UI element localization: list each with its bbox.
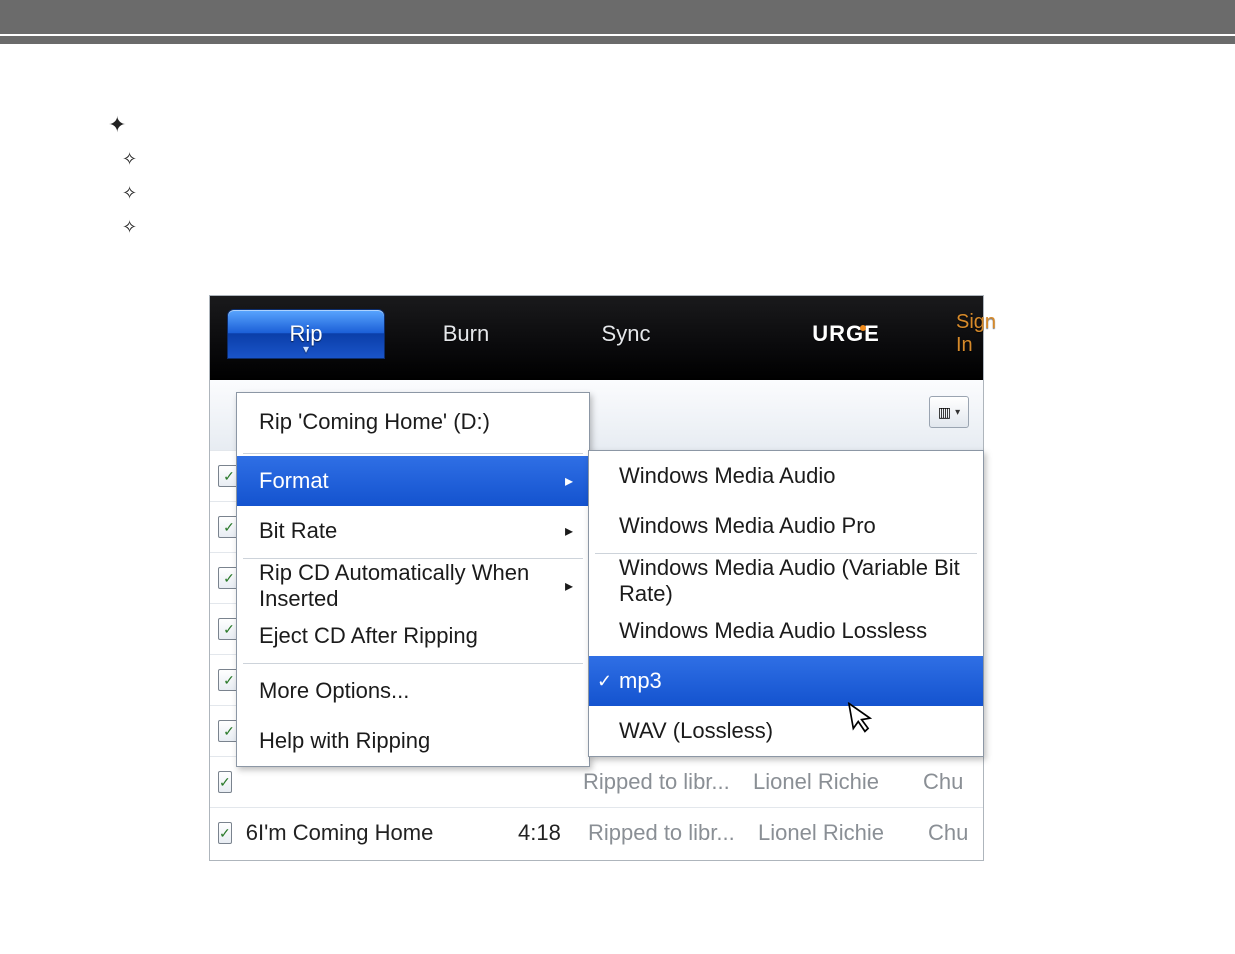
menu-item-label: More Options... [259,678,409,704]
checkbox[interactable] [218,822,232,844]
tab-rip[interactable]: Rip ▾ [228,310,384,358]
menu-item-more-options[interactable]: More Options... [237,666,589,716]
format-option-wma-lossless[interactable]: Windows Media Audio Lossless [589,606,983,656]
submenu-arrow-icon: ▸ [565,576,573,596]
menu-item-auto-rip[interactable]: Rip CD Automatically When Inserted ▸ [237,561,589,611]
top-toolbar: Rip ▾ Burn Sync URGE Sign In [210,296,983,381]
menu-separator [243,558,583,559]
format-option-wav[interactable]: WAV (Lossless) [589,706,983,756]
rip-dropdown-menu: Rip 'Coming Home' (D:) Format ▸ Bit Rate… [236,392,590,767]
checkmark-icon: ✓ [597,671,612,692]
track-length: 4:18 [518,820,588,846]
bullet-icon: ✧ [122,176,137,210]
slide-bar-top-1 [0,0,1235,34]
menu-item-label: Windows Media Audio Lossless [619,618,927,644]
slide-bullets: ✦ ✧ ✧ ✧ [108,108,137,244]
format-option-mp3[interactable]: ✓ mp3 [589,656,983,706]
submenu-arrow-icon: ▸ [565,521,573,541]
chevron-down-icon: ▾ [303,342,309,356]
slide-bar-top-2 [0,36,1235,44]
checkbox[interactable] [218,771,232,793]
media-player-window: Rip ▾ Burn Sync URGE Sign In ▥ ▾ [210,296,983,860]
menu-item-help[interactable]: Help with Ripping [237,716,589,766]
bullet-icon: ✧ [122,142,137,176]
format-option-wma-pro[interactable]: Windows Media Audio Pro [589,501,983,551]
menu-item-rip-disc[interactable]: Rip 'Coming Home' (D:) [237,393,589,451]
menu-item-label: Help with Ripping [259,728,430,754]
format-submenu: Windows Media Audio Windows Media Audio … [588,450,984,757]
menu-item-label: mp3 [619,668,662,694]
menu-item-label: Bit Rate [259,518,337,544]
tab-burn[interactable]: Burn [388,310,544,358]
menu-item-format[interactable]: Format ▸ [237,456,589,506]
track-status: Ripped to libr... [588,820,758,846]
brand-urge[interactable]: URGE [768,310,924,358]
menu-item-label: Rip CD Automatically When Inserted [259,560,565,612]
menu-item-label: Windows Media Audio [619,463,835,489]
menu-item-label: Windows Media Audio Pro [619,513,876,539]
track-status: Ripped to libr... [583,769,753,795]
menu-separator [243,663,583,664]
menu-item-label: Windows Media Audio (Variable Bit Rate) [619,555,967,607]
format-option-wma[interactable]: Windows Media Audio [589,451,983,501]
view-toggle-button[interactable]: ▥ ▾ [929,396,969,428]
sign-in-link[interactable]: Sign In [938,310,1014,358]
brand-label: URGE [812,321,880,347]
table-row[interactable]: 6 I'm Coming Home 4:18 Ripped to libr...… [210,807,983,858]
track-title: I'm Coming Home [258,820,518,846]
menu-item-label: Format [259,468,329,494]
bullet-icon: ✧ [122,210,137,244]
track-artist: Lionel Richie [758,820,928,846]
menu-separator [243,453,583,454]
tab-label: Sync [602,321,651,347]
tab-label: Burn [443,321,489,347]
menu-item-label: WAV (Lossless) [619,718,773,744]
menu-item-eject[interactable]: Eject CD After Ripping [237,611,589,661]
track-artist: Lionel Richie [753,769,923,795]
track-number: 6 [246,820,258,846]
chevron-down-icon: ▾ [955,407,960,418]
format-option-wma-vbr[interactable]: Windows Media Audio (Variable Bit Rate) [589,556,983,606]
bullet-icon: ✦ [108,108,137,142]
menu-item-bitrate[interactable]: Bit Rate ▸ [237,506,589,556]
menu-item-label: Eject CD After Ripping [259,623,478,649]
top-tabs: Rip ▾ Burn Sync URGE Sign In [228,310,973,358]
track-album: Chu [928,820,988,846]
track-album: Chu [923,769,983,795]
menu-item-label: Rip 'Coming Home' (D:) [259,409,490,435]
tab-sync[interactable]: Sync [548,310,704,358]
sign-in-label: Sign In [956,311,996,357]
submenu-arrow-icon: ▸ [565,471,573,491]
layout-icon: ▥ [938,404,951,421]
menu-separator [595,553,977,554]
